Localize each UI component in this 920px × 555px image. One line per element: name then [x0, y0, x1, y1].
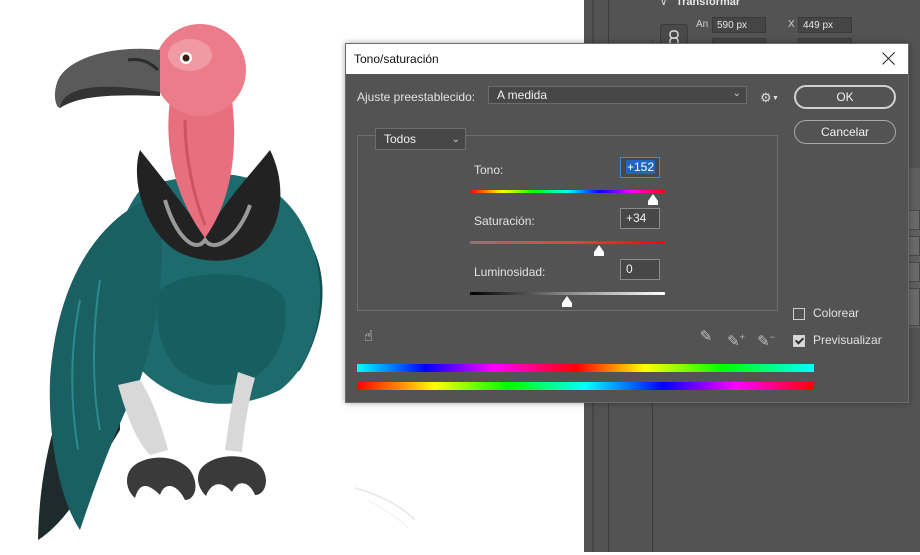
- panel-edge-control[interactable]: [908, 288, 920, 326]
- hand-tool-icon[interactable]: ☝: [364, 328, 382, 346]
- preview-label: Previsualizar: [813, 333, 882, 347]
- hue-label: Tono:: [474, 163, 504, 177]
- panel-edge-control[interactable]: [908, 236, 920, 256]
- width-field[interactable]: 590 px: [712, 17, 766, 33]
- panel-edge-control[interactable]: [908, 262, 920, 282]
- chevron-down-icon: ⌄: [732, 88, 741, 99]
- ok-button[interactable]: OK: [794, 85, 896, 109]
- lightness-label: Luminosidad:: [474, 265, 546, 279]
- close-icon[interactable]: [878, 48, 900, 70]
- chevron-down-icon: ⌄: [451, 134, 460, 145]
- x-label: X: [788, 19, 795, 30]
- adjustment-group: [357, 135, 778, 311]
- lightness-slider-thumb[interactable]: [562, 296, 572, 307]
- hue-saturation-dialog: Tono/saturación Ajuste preestablecido: A…: [345, 43, 909, 403]
- colorize-label: Colorear: [813, 306, 860, 320]
- lightness-value-field[interactable]: 0: [620, 259, 660, 280]
- preset-value: A medida: [497, 88, 548, 102]
- saturation-label: Saturación:: [474, 214, 535, 228]
- channel-value: Todos: [384, 132, 417, 146]
- hue-value: +152: [626, 160, 656, 174]
- x-position-field[interactable]: 449 px: [798, 17, 852, 33]
- saturation-value-field[interactable]: +34: [620, 208, 660, 229]
- saturation-slider-track[interactable]: [470, 241, 665, 244]
- panel-edge-control[interactable]: [908, 210, 920, 230]
- preview-checkbox[interactable]: [793, 335, 805, 347]
- adjusted-color-bar[interactable]: [357, 364, 814, 372]
- hue-slider-thumb[interactable]: [648, 194, 658, 205]
- hue-slider-track[interactable]: [470, 190, 665, 193]
- gear-icon[interactable]: ⚙: [760, 90, 772, 106]
- gear-menu-chevron-icon[interactable]: ▼: [772, 95, 779, 102]
- preset-label: Ajuste preestablecido:: [357, 90, 476, 104]
- hue-value-field[interactable]: +152: [620, 157, 660, 178]
- colorize-checkbox[interactable]: [793, 308, 805, 320]
- dialog-title: Tono/saturación: [354, 52, 439, 66]
- saturation-slider-thumb[interactable]: [594, 245, 604, 256]
- preset-dropdown[interactable]: A medida ⌄: [488, 86, 747, 104]
- lightness-slider-track[interactable]: [470, 292, 665, 295]
- cancel-button[interactable]: Cancelar: [794, 120, 896, 144]
- transform-section-title: Transformar: [676, 0, 741, 8]
- input-color-bar: [357, 382, 814, 390]
- collapse-chevron-icon[interactable]: ∨: [660, 0, 667, 8]
- dialog-titlebar[interactable]: Tono/saturación: [346, 44, 908, 74]
- eyedropper-minus-icon[interactable]: ✎−: [756, 327, 776, 350]
- eyedropper-icon[interactable]: ✎: [696, 327, 716, 347]
- channel-dropdown[interactable]: Todos ⌄: [375, 128, 466, 150]
- width-label: An: [696, 19, 709, 30]
- eyedropper-plus-icon[interactable]: ✎+: [726, 327, 746, 350]
